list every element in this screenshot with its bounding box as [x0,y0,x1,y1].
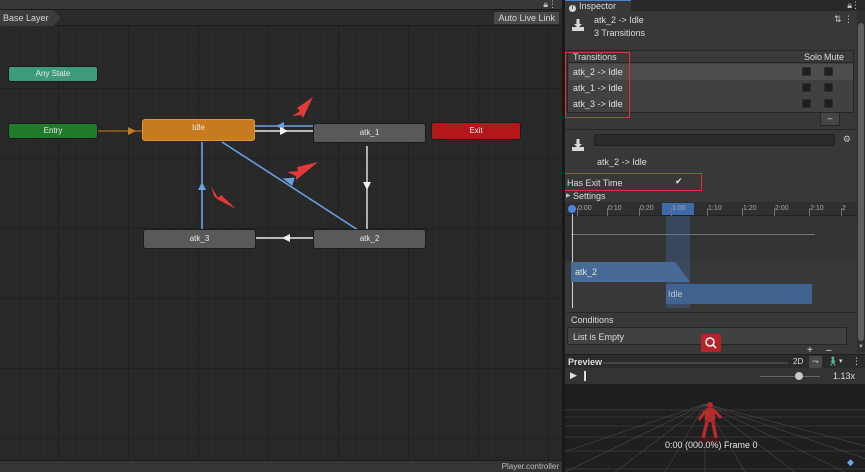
tab-inspector[interactable]: i Inspector [565,0,631,12]
inspector-tab-bar: i Inspector 🔒︎ ⋮ [565,0,865,12]
transitions-title: Transitions [573,52,617,62]
search-icon[interactable] [701,334,721,352]
transitions-list-header: Transitions Solo Mute [568,51,853,63]
chevron-down-icon[interactable]: ▾ [839,357,843,365]
solo-column-label: Solo [804,52,823,62]
auto-live-link-button[interactable]: Auto Live Link [493,11,560,25]
frame-readout: 0:00 (000.0%) Frame 0 [665,440,758,450]
scroll-down-arrow-icon[interactable]: ▼ [857,344,865,352]
transition-icon [572,19,584,31]
mute-checkbox[interactable] [824,83,833,92]
mute-checkbox[interactable] [824,99,833,108]
transition-name-field[interactable] [594,134,835,146]
preview-header: Preview 2D ⤳ 🚶︎ ▾ ⋮ [565,354,865,368]
transition-row[interactable]: atk_2 -> Idle [569,64,853,80]
exit-node[interactable]: Exit [431,122,521,140]
graph-window-bar: 🔒︎ ⋮ [0,0,562,10]
preview-label: Preview [568,357,603,367]
atk1-state-node[interactable]: atk_1 [313,123,426,143]
pivot-icon[interactable]: ⤳ [809,356,822,368]
has-exit-time-checkbox[interactable]: ✔ [675,176,683,187]
ruler-tick-label: 0:20 [640,205,654,212]
settings-foldout[interactable]: Settings [573,191,606,201]
selected-transition-name: atk_2 -> Idle [597,157,647,167]
tab-inspector-label: Inspector [579,1,617,11]
solo-checkbox[interactable] [802,99,811,108]
ruler-tick-label: 2 [842,205,846,212]
header-actions: ⇅ ⋮ [834,14,853,25]
transition-label: atk_2 -> Idle [573,67,623,77]
controller-file-label: Player.controller [501,462,559,471]
preview-2d-toggle[interactable]: 2D [793,357,803,366]
solo-checkbox[interactable] [802,83,811,92]
mute-column-label: Mute [824,52,845,62]
graph-status-bar: Player.controller [0,460,562,472]
presets-icon[interactable]: ⇅ [834,14,842,24]
transitions-list: Transitions Solo Mute atk_2 -> Idle atk_… [567,50,854,113]
kebab-menu-icon[interactable]: ⋮ [844,14,853,24]
inspector-scrollbar[interactable]: ▼ [857,11,865,352]
speed-readout: 1.13x [833,371,856,381]
ruler-tick-label: 0:00 [578,205,592,212]
preview-scrubber[interactable] [584,371,586,381]
entry-node[interactable]: Entry [8,123,98,139]
preview-viewport[interactable]: 0:00 (000.0%) Frame 0 ◆ [565,384,865,472]
transition-label: atk_1 -> Idle [573,83,623,93]
atk3-state-node[interactable]: atk_3 [143,229,256,249]
remove-transition-button[interactable]: – [820,113,840,126]
avatar-icon[interactable]: 🚶︎ [827,356,838,367]
info-icon: i [569,5,576,12]
timeline-curve-area [571,217,857,261]
transition-timeline[interactable]: 0:00 0:10 0:20 1:00 1:10 1:20 2:00 2:10 … [565,202,857,308]
preview-floor-grid [565,384,865,472]
conditions-empty-text: List is Empty [573,332,625,342]
play-icon[interactable]: ▶ [570,370,577,381]
transition-label: atk_3 -> Idle [573,99,623,109]
inspector-panel: i Inspector 🔒︎ ⋮ ▼ atk_2 -> Idle 3 Transi… [565,0,865,472]
graph-canvas[interactable] [0,26,562,460]
speed-slider-track[interactable] [760,376,820,377]
layer-breadcrumb[interactable]: Base Layer [0,10,61,26]
scrollbar-thumb[interactable] [858,23,864,341]
gear-icon[interactable]: ⚙ [843,134,851,145]
ruler-tick-label: 1:00 [672,205,686,212]
section-divider [567,312,857,313]
atk2-state-node[interactable]: atk_2 [313,229,426,249]
ruler-tick-label: 0:10 [608,205,622,212]
section-divider [565,129,857,130]
transition-icon [572,139,584,151]
ruler-tick-label: 1:10 [708,205,722,212]
kebab-menu-icon[interactable]: ⋮ [852,356,861,367]
transition-row[interactable]: atk_1 -> Idle [569,80,853,96]
foldout-arrow-icon[interactable]: ▶ [566,192,571,199]
timeline-playhead[interactable] [572,214,573,308]
inspector-title: atk_2 -> Idle [594,15,644,25]
has-exit-time-label: Has Exit Time [567,178,623,188]
kebab-menu-icon[interactable]: ⋮ [851,0,860,11]
target-clip-bar[interactable]: Idle [666,284,812,304]
timeline-ruler[interactable]: 0:00 0:10 0:20 1:00 1:10 1:20 2:00 2:10 … [565,202,857,216]
any-state-node[interactable]: Any State [8,66,98,82]
mute-checkbox[interactable] [824,67,833,76]
inspector-subtitle: 3 Transitions [594,28,646,38]
ruler-tick-label: 2:00 [775,205,789,212]
animator-graph-panel: 🔒︎ ⋮ Base Layer Auto Live Link Any State… [0,0,562,472]
conditions-label: Conditions [571,315,614,325]
preview-drag-handle[interactable] [603,362,788,364]
timeline-weight-line [571,234,815,235]
graph-header: Base Layer Auto Live Link [0,10,562,26]
ruler-tick-label: 1:20 [743,205,757,212]
speed-slider-handle[interactable] [795,372,803,380]
playhead-handle[interactable] [568,205,576,213]
source-clip-bar[interactable]: atk_2 [571,262,690,282]
idle-state-node[interactable]: Idle [142,119,255,141]
solo-checkbox[interactable] [802,67,811,76]
tag-icon[interactable]: ◆ [847,457,859,467]
transition-row[interactable]: atk_3 -> Idle [569,96,853,112]
preview-playback-bar: ▶ 1.13x [565,368,865,384]
ruler-tick-label: 2:10 [810,205,824,212]
kebab-menu-icon[interactable]: ⋮ [548,0,557,10]
